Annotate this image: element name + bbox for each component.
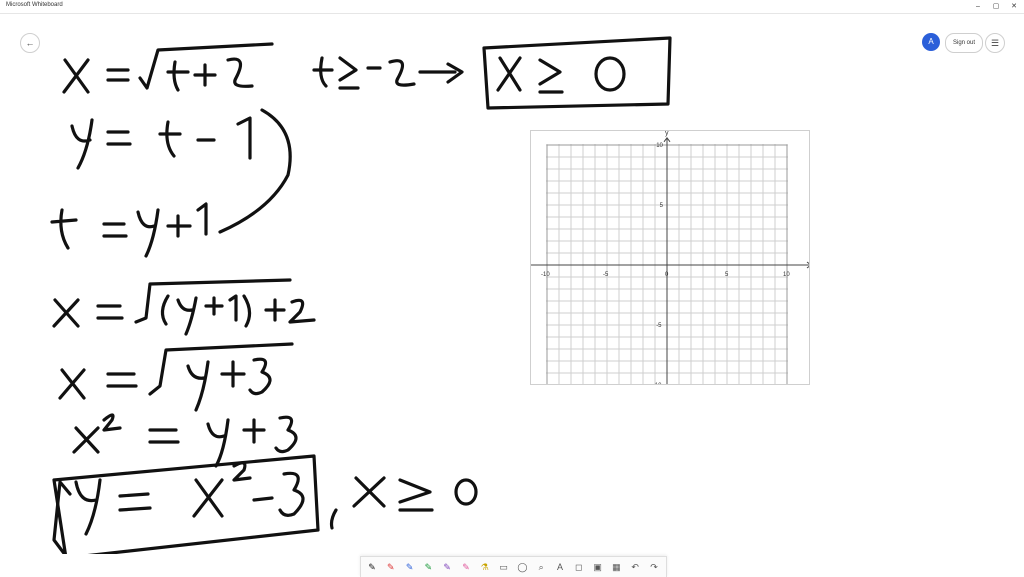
maximize-button[interactable]: ▢	[986, 1, 1006, 12]
ink-line-1	[62, 42, 464, 94]
y-tick-label: -10	[653, 383, 662, 384]
title-bar: Microsoft Whiteboard – ▢ ✕	[0, 0, 1024, 14]
ink-line-5	[58, 342, 294, 412]
y-tick-label: 10	[656, 143, 663, 149]
minimize-button[interactable]: –	[968, 1, 988, 12]
x-tick-label: -10	[541, 272, 550, 278]
ink-line-3	[50, 202, 208, 258]
whiteboard-canvas[interactable]	[0, 14, 1024, 554]
image-icon[interactable]: ▦	[609, 560, 623, 574]
pen-pink-icon[interactable]: ✎	[459, 560, 473, 574]
ink-toolbar: ✎ ✎ ✎ ✎ ✎ ✎ ⚗ ▭ ◯ ⌕ A ◻ ▣ ▦ ↶ ↷	[360, 556, 667, 577]
close-button[interactable]: ✕	[1004, 1, 1024, 12]
ruler-icon[interactable]: ◯	[515, 560, 529, 574]
coordinate-grid: xy-10-50510105-5-10	[523, 130, 818, 393]
pen-red-icon[interactable]: ✎	[384, 560, 398, 574]
lasso-icon[interactable]: ⌕	[534, 560, 548, 574]
pen-blue-icon[interactable]: ✎	[403, 560, 417, 574]
ink-x-ge-0-bottom	[329, 476, 478, 530]
sticky-note-icon[interactable]: ▣	[591, 560, 605, 574]
redo-icon[interactable]: ↷	[647, 560, 661, 574]
boxed-final-answer	[52, 454, 320, 554]
boxed-x-ge-0-top	[482, 36, 672, 110]
app-title: Microsoft Whiteboard	[6, 2, 63, 8]
ink-line-2	[70, 108, 292, 234]
pen-icon[interactable]: ✎	[365, 560, 379, 574]
pen-green-icon[interactable]: ✎	[421, 560, 435, 574]
graph-image[interactable]: xy-10-50510105-5-10	[523, 130, 818, 393]
ink-line-6	[72, 413, 298, 468]
shape-icon[interactable]: ◻	[572, 560, 586, 574]
y-tick-label: -5	[656, 323, 662, 329]
pen-purple-icon[interactable]: ✎	[440, 560, 454, 574]
y-tick-label: 5	[660, 203, 664, 209]
y-axis-label: y	[665, 131, 669, 137]
ink-line-4	[52, 278, 316, 336]
x-tick-label: -5	[603, 272, 609, 278]
eraser-icon[interactable]: ▭	[497, 560, 511, 574]
highlighter-icon[interactable]: ⚗	[478, 560, 492, 574]
text-icon[interactable]: A	[553, 560, 567, 574]
undo-icon[interactable]: ↶	[628, 560, 642, 574]
x-tick-label: 10	[783, 272, 790, 278]
